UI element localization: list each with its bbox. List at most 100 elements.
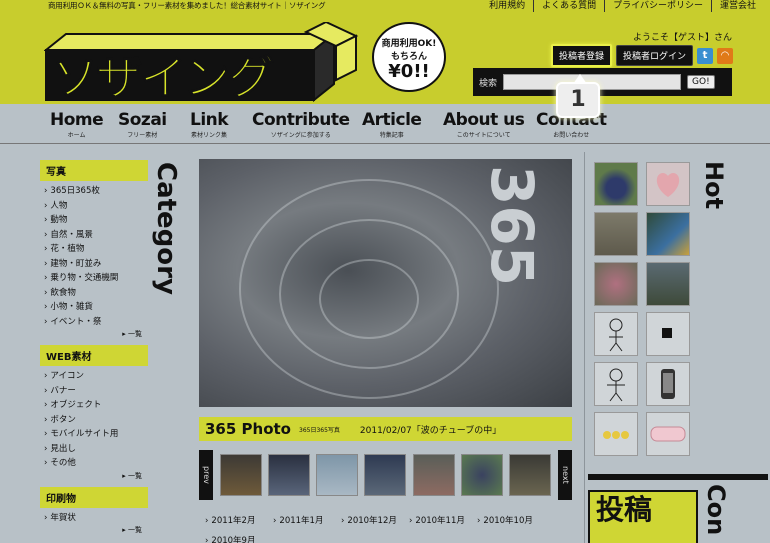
- hot-heading-text: Hot: [700, 161, 728, 209]
- thumbnail[interactable]: [364, 454, 407, 496]
- prev-button[interactable]: prev: [199, 450, 213, 500]
- register-button[interactable]: 投稿者登録: [551, 44, 613, 67]
- next-button[interactable]: next: [558, 450, 572, 500]
- nav-article-label: Article: [362, 110, 422, 130]
- nav-home[interactable]: Home ホーム: [50, 110, 104, 139]
- sidebar-item[interactable]: バナー: [44, 384, 148, 399]
- month-link[interactable]: 2010年9月: [205, 534, 273, 543]
- sidebar-item[interactable]: モバイルサイト用: [44, 427, 148, 442]
- month-link[interactable]: 2010年10月: [477, 514, 545, 526]
- top-link-company[interactable]: 運営会社: [710, 0, 764, 12]
- sidebar-item[interactable]: 小物・雑貨: [44, 300, 148, 315]
- figure-icon: [607, 368, 625, 402]
- nav-about-sub: このサイトについて: [456, 132, 511, 139]
- nav-sozai-label: Sozai: [118, 110, 167, 130]
- sidebar-head-photo[interactable]: 写真: [40, 160, 148, 181]
- post-banner[interactable]: 投稿: [588, 490, 698, 543]
- hot-heading: Hot: [700, 161, 728, 209]
- thumbnail-strip: prev next: [199, 450, 572, 500]
- logo-text: ソザイング: [52, 51, 275, 106]
- sidebar-item[interactable]: ボタン: [44, 413, 148, 428]
- top-link-privacy[interactable]: プライバシーポリシー: [604, 0, 711, 12]
- thumbnail[interactable]: [220, 454, 263, 496]
- rss-icon[interactable]: ◠: [717, 47, 734, 64]
- sidebar-item[interactable]: 建物・町並み: [44, 257, 148, 272]
- nav-home-sub: ホーム: [67, 132, 86, 139]
- sidebar-item[interactable]: 見出し: [44, 442, 148, 457]
- sidebar-item[interactable]: 動物: [44, 213, 148, 228]
- nav-link-label: Link: [190, 110, 229, 130]
- hot-thumbnail[interactable]: [594, 262, 638, 306]
- nav-article[interactable]: Article 特集記事: [362, 110, 422, 139]
- top-links: 利用規約 よくある質問 プライバシーポリシー 運営会社: [481, 0, 764, 12]
- month-link[interactable]: 2010年12月: [341, 514, 409, 526]
- hot-thumbnail[interactable]: [594, 412, 638, 456]
- nav-article-sub: 特集記事: [379, 132, 404, 139]
- page-body: Home ホーム Sozai フリー素材 Link 素材リンク集 Contrib…: [0, 104, 770, 543]
- thumbnail[interactable]: [508, 454, 551, 496]
- sidebar-item[interactable]: 飲食物: [44, 286, 148, 301]
- hot-thumbnail[interactable]: [594, 362, 638, 406]
- nav-contact-sub: お問い合わせ: [553, 132, 590, 139]
- month-link[interactable]: 2011年1月: [273, 514, 341, 526]
- sidebar-item[interactable]: イベント・祭: [44, 315, 148, 330]
- sidebar-item[interactable]: オブジェクト: [44, 398, 148, 413]
- hot-thumbnail[interactable]: [594, 312, 638, 356]
- sidebar-item[interactable]: その他: [44, 456, 148, 471]
- month-link[interactable]: 2011年2月: [205, 514, 273, 526]
- thumbnail[interactable]: [412, 454, 455, 496]
- nav-contribute[interactable]: Contribute ソザイングに参加する: [252, 110, 350, 139]
- site-logo[interactable]: ソザイング: [44, 12, 360, 106]
- heart-icon: [656, 173, 680, 197]
- featured-photo[interactable]: 365: [199, 159, 572, 407]
- hot-thumbnail[interactable]: [594, 212, 638, 256]
- thumbnail[interactable]: [268, 454, 311, 496]
- sidebar-more-web[interactable]: ▸ 一覧: [40, 471, 148, 481]
- sidebar-item[interactable]: 365日365枚: [44, 184, 148, 199]
- hot-thumbnail[interactable]: [646, 212, 690, 256]
- hot-thumbnail[interactable]: [646, 362, 690, 406]
- photo365-bar: 365 Photo 365日365写真 2011/02/07「波のチューブの中」: [199, 417, 572, 441]
- sidebar-item[interactable]: 乗り物・交通機関: [44, 271, 148, 286]
- sidebar-head-print[interactable]: 印刷物: [40, 486, 148, 508]
- site-tagline: 商用利用ＯＫ＆無料の写真・フリー素材を集めました！総合素材サイト｜ソザイング: [48, 1, 326, 10]
- ducks-icon: [603, 431, 629, 439]
- nav-about[interactable]: About us このサイトについて: [443, 110, 525, 139]
- nav-about-label: About us: [443, 110, 525, 130]
- sidebar-item[interactable]: 人物: [44, 199, 148, 214]
- hot-thumbnail[interactable]: [646, 412, 690, 456]
- sidebar-list-web: アイコン バナー オブジェクト ボタン モバイルサイト用 見出し その他: [40, 366, 148, 471]
- search-go-button[interactable]: GO!: [687, 75, 715, 89]
- hot-thumbnail[interactable]: [594, 162, 638, 206]
- sidebar-item[interactable]: 年賀状: [44, 511, 148, 526]
- twitter-icon[interactable]: t: [697, 47, 714, 64]
- month-link[interactable]: 2010年11月: [409, 514, 477, 526]
- top-link-terms[interactable]: 利用規約: [481, 0, 533, 12]
- wave-shape: [319, 259, 419, 339]
- sidebar-item[interactable]: アイコン: [44, 369, 148, 384]
- sidebar-more-print[interactable]: ▸ 一覧: [40, 525, 148, 535]
- top-link-faq[interactable]: よくある質問: [533, 0, 604, 12]
- photo365-date[interactable]: 2011/02/07「波のチューブの中」: [360, 423, 501, 436]
- photo-number-text: 365: [486, 165, 546, 286]
- hot-thumbnail[interactable]: [646, 312, 690, 356]
- nav-link-sub: 素材リンク集: [191, 132, 228, 139]
- auth-row: 投稿者登録 投稿者ログイン t ◠: [551, 44, 734, 67]
- sidebar-item[interactable]: 花・植物: [44, 242, 148, 257]
- hot-thumbnail[interactable]: [646, 162, 690, 206]
- sidebar-item[interactable]: 自然・風景: [44, 228, 148, 243]
- thumbnail[interactable]: [460, 454, 503, 496]
- category-heading-text: Category: [151, 162, 180, 295]
- thumbnail[interactable]: [316, 454, 359, 496]
- sidebar-head-web[interactable]: WEB素材: [40, 345, 148, 366]
- photo365-title[interactable]: 365 Photo: [205, 420, 291, 438]
- bubble-line1: 商用利用OK!: [381, 39, 437, 49]
- login-button[interactable]: 投稿者ログイン: [616, 45, 694, 66]
- price-bubble: 商用利用OK! もちろん ¥0!!: [372, 22, 446, 92]
- sidebar-more-photo[interactable]: ▸ 一覧: [40, 329, 148, 339]
- nav-sozai-sub: フリー素材: [127, 132, 158, 139]
- nav-sozai[interactable]: Sozai フリー素材: [118, 110, 167, 139]
- nav-link[interactable]: Link 素材リンク集: [190, 110, 229, 139]
- cube-icon: [662, 328, 672, 338]
- hot-thumbnail[interactable]: [646, 262, 690, 306]
